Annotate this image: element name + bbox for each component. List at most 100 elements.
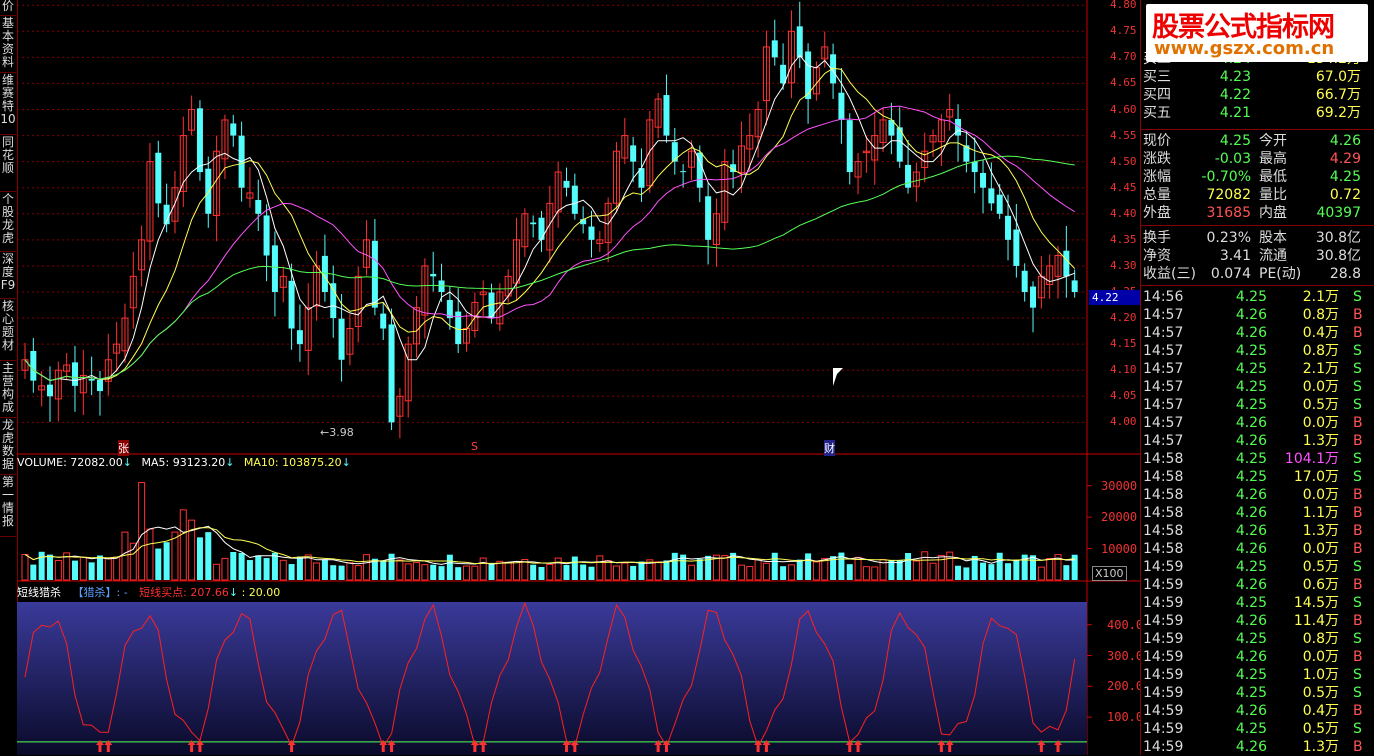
- volume-bar: [963, 567, 970, 580]
- candle-body: [230, 123, 237, 136]
- tick-volume: 0.6万: [1302, 577, 1339, 593]
- volume-bar: [1005, 563, 1012, 580]
- sidebar-tab-4[interactable]: 个股龙虎: [0, 193, 16, 252]
- chart-svg[interactable]: [17, 0, 1140, 755]
- quote-label: 涨幅: [1143, 169, 1171, 185]
- candle-body: [205, 168, 212, 214]
- volume-bar: [762, 562, 770, 581]
- tick-volume: 0.8万: [1302, 343, 1339, 359]
- tick-time: 14:59: [1143, 649, 1184, 665]
- candle-body: [338, 318, 345, 360]
- tick-row: 14:57 4.26 0.4万 B: [1141, 324, 1374, 342]
- tick-volume: 2.1万: [1302, 361, 1339, 377]
- tick-side: B: [1353, 541, 1363, 557]
- sidebar-tab-6[interactable]: 核心题材: [0, 300, 16, 361]
- sidebar-tab-2[interactable]: 维赛特10: [0, 74, 16, 135]
- tick-row: 14:59 4.25 14.5万 S: [1141, 594, 1374, 612]
- tick-row: 14:59 4.25 0.8万 S: [1141, 630, 1374, 648]
- volume-bar: [321, 559, 328, 580]
- tick-row: 14:58 4.26 1.1万 B: [1141, 504, 1374, 522]
- tick-volume: 0.8万: [1302, 631, 1339, 647]
- quote-value: -0.70%: [1201, 169, 1251, 185]
- sidebar-tab-9[interactable]: 第一情报: [0, 476, 16, 537]
- volume-bar: [255, 555, 262, 580]
- tick-price: 4.26: [1235, 325, 1267, 341]
- volume-bar: [546, 563, 554, 581]
- volume-bar: [279, 559, 287, 581]
- candle-body: [96, 379, 103, 392]
- sidebar-tab-5[interactable]: 深度F9: [0, 253, 16, 299]
- candle-body: [530, 222, 537, 225]
- volume-bar: [787, 564, 795, 581]
- tick-side: S: [1353, 631, 1362, 647]
- volume-tick: 20000: [1101, 510, 1138, 525]
- candle-body: [430, 273, 437, 277]
- sidebar-tab-1[interactable]: 基本资料: [0, 17, 16, 73]
- candle-body: [630, 145, 637, 162]
- tick-volume: 1.1万: [1302, 505, 1339, 521]
- volume-bar: [588, 566, 595, 580]
- candle-body: [371, 240, 378, 308]
- tick-time: 14:58: [1143, 541, 1184, 557]
- volume-bar: [563, 565, 570, 580]
- tick-price: 4.26: [1235, 703, 1267, 719]
- order-label: 买五: [1143, 105, 1171, 121]
- tick-price: 4.26: [1235, 739, 1267, 755]
- tick-time: 14:58: [1143, 487, 1184, 503]
- sidebar-tab-0[interactable]: 价: [0, 0, 16, 16]
- volume-bar: [363, 554, 371, 581]
- volume-bar: [113, 556, 121, 581]
- tick-time: 14:59: [1143, 595, 1184, 611]
- tick-side: S: [1353, 667, 1362, 683]
- fundamental-row: 收益(三) 0.074 PE(动) 28.8: [1141, 265, 1374, 283]
- fund-label: 流通: [1259, 248, 1287, 264]
- tick-row: 14:59 4.25 0.5万 S: [1141, 684, 1374, 702]
- tick-time: 14:59: [1143, 703, 1184, 719]
- volume-bar: [796, 559, 803, 580]
- volume-bar: [88, 562, 95, 580]
- price-tick: 4.80: [1110, 0, 1137, 12]
- tick-volume: 1.3万: [1302, 433, 1339, 449]
- candle-body: [671, 142, 678, 162]
- tick-row: 14:57 4.26 1.3万 B: [1141, 432, 1374, 450]
- price-tick: 4.65: [1110, 76, 1137, 90]
- quote-label: 涨跌: [1143, 151, 1171, 167]
- price-tick: 4.45: [1110, 180, 1137, 194]
- tick-price: 4.25: [1235, 667, 1267, 683]
- volume-bar: [263, 558, 270, 580]
- cursor-icon: [833, 368, 843, 386]
- volume-bar: [354, 565, 362, 581]
- sidebar-tab-8[interactable]: 龙虎数据: [0, 419, 16, 475]
- price-tick: 4.10: [1110, 363, 1137, 377]
- candle-body: [571, 185, 578, 214]
- candle-body: [1013, 229, 1020, 266]
- volume-tick: 30000: [1101, 478, 1138, 493]
- quote-value: -0.03: [1214, 151, 1251, 167]
- fund-value: 0.074: [1210, 266, 1251, 282]
- volume-bar: [479, 557, 487, 581]
- tick-row: 14:57 4.25 0.5万 S: [1141, 396, 1374, 414]
- tick-side: S: [1353, 379, 1362, 395]
- candle-body: [1021, 270, 1028, 292]
- tick-row: 14:59 4.26 0.6万 B: [1141, 576, 1374, 594]
- candle-body: [388, 324, 395, 423]
- volume-bar: [205, 532, 212, 580]
- volume-bar: [621, 562, 629, 581]
- tick-time: 14:57: [1143, 361, 1184, 377]
- sidebar-tab-7[interactable]: 主营构成: [0, 362, 16, 418]
- tick-price: 4.25: [1235, 289, 1267, 305]
- tick-row: 14:59 4.25 1.0万 S: [1141, 666, 1374, 684]
- order-volume: 69.2万: [1315, 105, 1361, 121]
- sidebar-tab-3[interactable]: 同花顺: [0, 136, 16, 192]
- tick-volume: 17.0万: [1293, 469, 1339, 485]
- quote-value: 0.72: [1329, 187, 1361, 203]
- order-label: 买四: [1143, 87, 1171, 103]
- fund-value: 3.41: [1219, 248, 1251, 264]
- tick-row: 14:57 4.25 0.8万 S: [1141, 342, 1374, 360]
- panel-divider: [1141, 129, 1374, 130]
- fundamental-row: 换手 0.23% 股本 30.8亿: [1141, 229, 1374, 247]
- fund-label: 股本: [1259, 230, 1287, 246]
- tick-volume: 0.5万: [1302, 685, 1339, 701]
- indicator-tick: 300.0: [1107, 648, 1144, 663]
- chart-area[interactable]: 4.80 4.75 4.70 4.65 4.60 4.55 4.50 4.45 4.40 4.35…: [17, 0, 1144, 755]
